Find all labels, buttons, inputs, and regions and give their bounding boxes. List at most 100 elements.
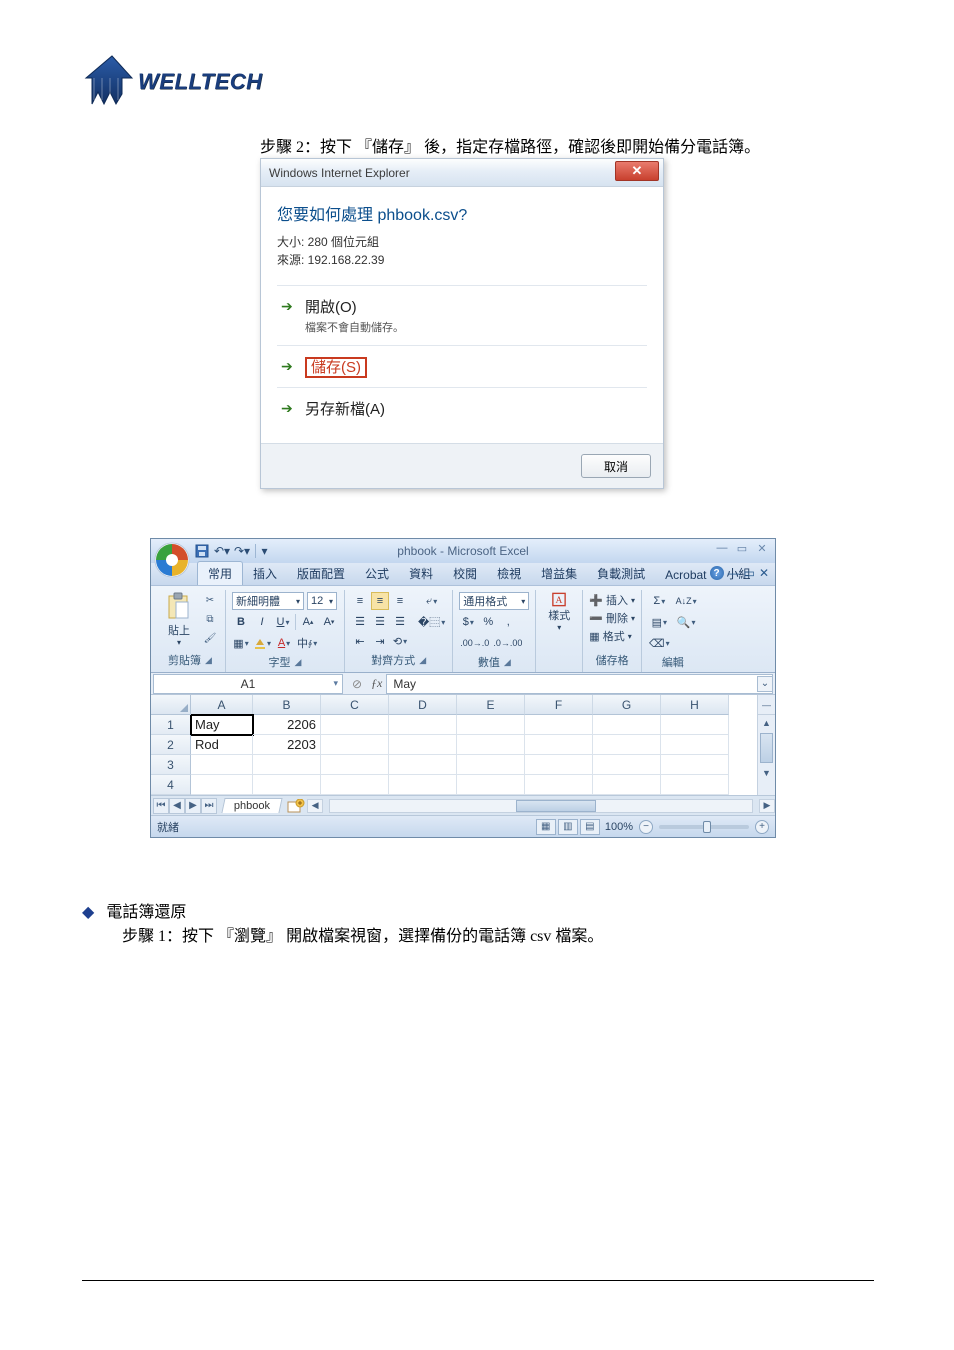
tab-view[interactable]: 檢視 bbox=[487, 562, 531, 585]
merge-center-button[interactable]: �⿳ bbox=[417, 613, 446, 631]
cell-d1[interactable] bbox=[389, 715, 457, 735]
cell-c4[interactable] bbox=[321, 775, 389, 795]
dialog-launcher-icon[interactable]: ◢ bbox=[205, 655, 212, 666]
workbook-minimize-icon[interactable]: — bbox=[728, 566, 740, 580]
col-header-d[interactable]: D bbox=[389, 695, 457, 715]
hscroll-right-icon[interactable]: ▶ bbox=[759, 799, 775, 813]
grow-font-button[interactable]: A▴ bbox=[299, 613, 317, 631]
dialog-launcher-icon[interactable]: ◢ bbox=[419, 655, 426, 666]
workbook-restore-icon[interactable]: ▭ bbox=[744, 566, 755, 580]
insert-sheet-icon[interactable] bbox=[285, 798, 307, 814]
cell-f1[interactable] bbox=[525, 715, 593, 735]
tab-data[interactable]: 資料 bbox=[399, 562, 443, 585]
cells-insert-button[interactable]: ➕插入▾ bbox=[589, 592, 635, 608]
tab-layout[interactable]: 版面配置 bbox=[287, 562, 355, 585]
cell-a1[interactable]: May bbox=[191, 715, 253, 735]
cell-e1[interactable] bbox=[457, 715, 525, 735]
col-header-h[interactable]: H bbox=[661, 695, 729, 715]
minimize-icon[interactable]: — bbox=[713, 541, 731, 555]
maximize-icon[interactable]: ▭ bbox=[733, 541, 751, 555]
cell-e2[interactable] bbox=[457, 735, 525, 755]
cell-f3[interactable] bbox=[525, 755, 593, 775]
increase-decimal-icon[interactable]: .00→.0 bbox=[459, 634, 490, 652]
hscroll-left-icon[interactable]: ◀ bbox=[307, 799, 323, 813]
cell-a3[interactable] bbox=[191, 755, 253, 775]
horizontal-scrollbar[interactable] bbox=[329, 799, 753, 813]
vertical-scrollbar[interactable]: — ▲ ▼ bbox=[757, 695, 775, 795]
cell-h3[interactable] bbox=[661, 755, 729, 775]
cell-b2[interactable]: 2203 bbox=[253, 735, 321, 755]
align-middle-icon[interactable]: ≡ bbox=[371, 592, 389, 610]
paste-button[interactable]: 貼上 ▾ bbox=[161, 592, 197, 647]
fx-cancel-icon[interactable]: ⊘ bbox=[349, 676, 365, 692]
cells-format-button[interactable]: ▦格式▾ bbox=[589, 628, 635, 644]
phonetic-button[interactable]: 中∮ bbox=[296, 634, 318, 652]
indent-decrease-icon[interactable]: ⇤ bbox=[351, 632, 369, 650]
indent-increase-icon[interactable]: ⇥ bbox=[371, 632, 389, 650]
cell-g1[interactable] bbox=[593, 715, 661, 735]
cell-c2[interactable] bbox=[321, 735, 389, 755]
fill-button[interactable]: ▤ bbox=[648, 613, 671, 631]
decrease-decimal-icon[interactable]: .0→.00 bbox=[492, 634, 523, 652]
autosum-button[interactable]: Σ bbox=[648, 592, 671, 610]
zoom-in-button[interactable]: + bbox=[755, 820, 769, 834]
cell-e3[interactable] bbox=[457, 755, 525, 775]
hscroll-thumb[interactable] bbox=[516, 800, 596, 812]
cancel-button[interactable]: 取消 bbox=[581, 454, 651, 478]
help-icon[interactable]: ? bbox=[710, 566, 724, 580]
formula-input[interactable]: May bbox=[386, 674, 773, 694]
workbook-close-icon[interactable]: ✕ bbox=[759, 566, 769, 580]
redo-icon[interactable]: ↷▾ bbox=[235, 544, 249, 558]
dialog-option-open[interactable]: ➔ 開啟(O) 檔案不會自動儲存。 bbox=[277, 285, 647, 345]
office-button[interactable] bbox=[153, 541, 191, 579]
wrap-text-button[interactable]: ⤶ bbox=[417, 592, 446, 610]
currency-button[interactable]: $ bbox=[459, 613, 477, 631]
find-select-button[interactable]: 🔍 bbox=[675, 613, 698, 631]
row-header-3[interactable]: 3 bbox=[151, 755, 191, 775]
bold-button[interactable]: B bbox=[232, 613, 250, 631]
cell-d3[interactable] bbox=[389, 755, 457, 775]
font-color-button[interactable]: A bbox=[275, 634, 293, 652]
orientation-icon[interactable]: ⟲ bbox=[391, 632, 409, 650]
tab-home[interactable]: 常用 bbox=[197, 561, 243, 585]
borders-button[interactable]: ▦ bbox=[232, 634, 250, 652]
undo-icon[interactable]: ↶▾ bbox=[215, 544, 229, 558]
align-bottom-icon[interactable]: ≡ bbox=[391, 592, 409, 610]
sort-filter-button[interactable]: A↓Z bbox=[675, 592, 698, 610]
align-right-icon[interactable]: ☰ bbox=[391, 612, 409, 630]
zoom-percent[interactable]: 100% bbox=[605, 821, 633, 833]
cells-delete-button[interactable]: ➖刪除▾ bbox=[589, 610, 635, 626]
nav-last-icon[interactable]: ⏭ bbox=[201, 798, 217, 814]
zoom-out-button[interactable]: − bbox=[639, 820, 653, 834]
dialog-launcher-icon[interactable]: ◢ bbox=[295, 657, 302, 668]
col-header-e[interactable]: E bbox=[457, 695, 525, 715]
cell-styles-button[interactable]: A 樣式 ▾ bbox=[542, 592, 576, 632]
col-header-c[interactable]: C bbox=[321, 695, 389, 715]
cell-g3[interactable] bbox=[593, 755, 661, 775]
dialog-close-button[interactable]: ✕ bbox=[615, 161, 659, 181]
col-header-b[interactable]: B bbox=[253, 695, 321, 715]
view-pagebreak-icon[interactable]: ▤ bbox=[580, 819, 600, 835]
col-header-f[interactable]: F bbox=[525, 695, 593, 715]
shrink-font-button[interactable]: A▾ bbox=[320, 613, 338, 631]
nav-prev-icon[interactable]: ◀ bbox=[169, 798, 185, 814]
cell-g4[interactable] bbox=[593, 775, 661, 795]
dialog-launcher-icon[interactable]: ◢ bbox=[504, 657, 511, 668]
view-normal-icon[interactable]: ▦ bbox=[536, 819, 556, 835]
dialog-option-save[interactable]: ➔ 儲存(S) bbox=[277, 345, 647, 387]
cell-h2[interactable] bbox=[661, 735, 729, 755]
close-icon[interactable]: ✕ bbox=[753, 541, 771, 555]
cell-g2[interactable] bbox=[593, 735, 661, 755]
font-size-select[interactable]: 12▾ bbox=[307, 592, 337, 610]
comma-button[interactable]: , bbox=[499, 613, 517, 631]
nav-next-icon[interactable]: ▶ bbox=[185, 798, 201, 814]
row-header-1[interactable]: 1 bbox=[151, 715, 191, 735]
number-format-select[interactable]: 通用格式▾ bbox=[459, 592, 529, 610]
save-icon[interactable] bbox=[195, 544, 209, 558]
cell-f4[interactable] bbox=[525, 775, 593, 795]
cut-icon[interactable]: ✂ bbox=[201, 592, 219, 608]
nav-first-icon[interactable]: ⏮ bbox=[153, 798, 169, 814]
tab-formulas[interactable]: 公式 bbox=[355, 562, 399, 585]
sheet-tab-phbook[interactable]: phbook bbox=[221, 798, 282, 813]
clear-button[interactable]: ⌫ bbox=[648, 634, 671, 652]
